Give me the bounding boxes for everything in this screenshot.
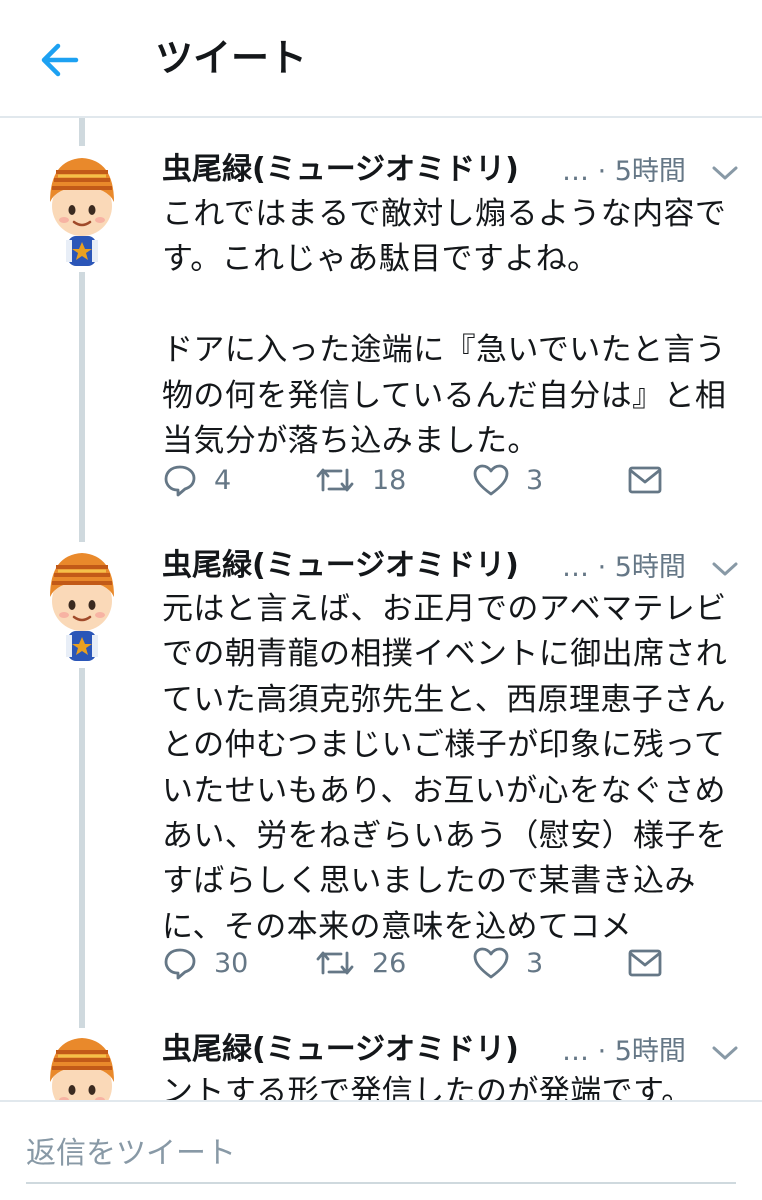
tweet-text: これではまるで敵対し煽るような内容です。これじゃあ駄目ですよね。 ドアに入った途… bbox=[162, 196, 727, 460]
reply-button[interactable]: 4 bbox=[162, 462, 231, 498]
reply-button[interactable]: 30 bbox=[162, 945, 248, 981]
chevron-down-icon bbox=[712, 1046, 738, 1060]
chevron-down-icon bbox=[712, 166, 738, 180]
app-header: ツイート bbox=[0, 0, 762, 118]
retweet-icon bbox=[316, 468, 354, 492]
thread-line bbox=[79, 668, 85, 1028]
retweet-icon bbox=[316, 951, 354, 975]
envelope-icon bbox=[628, 466, 662, 494]
retweet-count: 18 bbox=[372, 464, 407, 496]
arrow-left-icon bbox=[41, 43, 79, 77]
like-count: 3 bbox=[526, 947, 544, 979]
page-title: ツイート bbox=[155, 36, 308, 80]
reply-icon bbox=[164, 948, 196, 980]
reply-count: 4 bbox=[214, 464, 232, 496]
heart-icon bbox=[473, 947, 509, 979]
reply-count: 30 bbox=[214, 947, 249, 979]
like-button[interactable]: 3 bbox=[472, 462, 543, 498]
back-button[interactable] bbox=[36, 38, 84, 82]
thread-line bbox=[79, 272, 85, 542]
thread-line bbox=[79, 118, 85, 146]
tweet-menu-button[interactable] bbox=[710, 1043, 740, 1063]
reply-input[interactable] bbox=[26, 1124, 736, 1184]
timestamp[interactable]: … · 5時間 bbox=[562, 152, 686, 192]
chevron-down-icon bbox=[712, 562, 738, 576]
share-dm-button[interactable] bbox=[628, 948, 662, 978]
tweet-menu-button[interactable] bbox=[710, 559, 740, 579]
heart-icon bbox=[473, 464, 509, 496]
retweet-count: 26 bbox=[372, 947, 407, 979]
retweet-button[interactable]: 26 bbox=[314, 945, 406, 981]
display-name[interactable]: 虫尾緑(ミュージオミドリ) bbox=[162, 1030, 519, 1070]
timestamp[interactable]: … · 5時間 bbox=[562, 548, 686, 588]
avatar[interactable] bbox=[36, 150, 128, 270]
avatar[interactable] bbox=[36, 545, 128, 665]
timestamp[interactable]: … · 5時間 bbox=[562, 1032, 686, 1072]
reply-bar bbox=[0, 1100, 762, 1200]
share-dm-button[interactable] bbox=[628, 465, 662, 495]
display-name[interactable]: 虫尾緑(ミュージオミドリ) bbox=[162, 150, 519, 190]
tweet-text: 元はと言えば、お正月でのアベマテレビでの朝青龍の相撲イベントに御出席されていた高… bbox=[162, 591, 728, 945]
like-button[interactable]: 3 bbox=[472, 945, 543, 981]
retweet-button[interactable]: 18 bbox=[314, 462, 406, 498]
display-name[interactable]: 虫尾緑(ミュージオミドリ) bbox=[162, 546, 519, 586]
reply-icon bbox=[164, 465, 196, 497]
like-count: 3 bbox=[526, 464, 544, 496]
tweet-menu-button[interactable] bbox=[710, 163, 740, 183]
envelope-icon bbox=[628, 949, 662, 977]
